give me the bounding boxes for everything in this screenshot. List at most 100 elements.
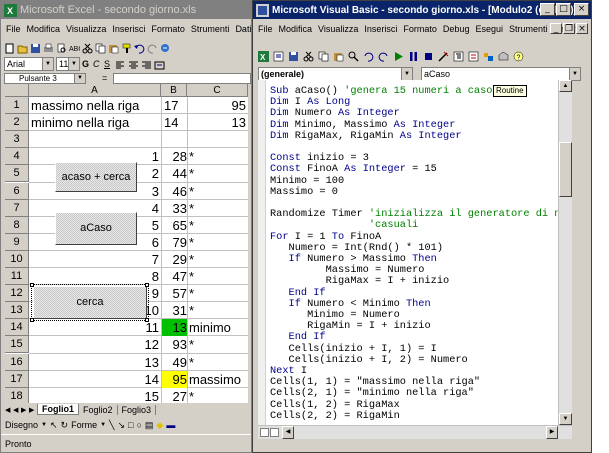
cell-a[interactable]: 14	[29, 371, 159, 388]
scroll-left-icon[interactable]: ◀	[282, 426, 294, 439]
row-header[interactable]: 12	[5, 285, 29, 303]
reset-icon[interactable]	[423, 49, 434, 60]
formula-input[interactable]	[113, 72, 251, 84]
row-header[interactable]: 1	[5, 97, 29, 114]
cell-a[interactable]: 11	[29, 319, 160, 336]
properties-icon[interactable]	[468, 49, 479, 62]
undo-icon[interactable]	[134, 41, 145, 54]
cell-b[interactable]: 44	[162, 165, 187, 182]
select-objects-icon[interactable]: ↖	[50, 420, 58, 431]
merge-center-icon[interactable]	[154, 58, 165, 70]
doc-close-icon[interactable]: ×	[576, 23, 588, 34]
cell-b[interactable]: 31	[162, 302, 187, 319]
tab-scroll-next-icon[interactable]: ▶	[21, 406, 29, 414]
cell-a[interactable]: minimo nella riga	[31, 114, 129, 131]
cell-c[interactable]: minimo	[189, 319, 231, 336]
find-icon[interactable]	[348, 49, 359, 62]
tab-scroll-last-icon[interactable]: ▶	[29, 406, 37, 414]
selection-handle-tl[interactable]	[30, 283, 34, 287]
row-header[interactable]: 6	[5, 182, 29, 200]
chevron-down-icon[interactable]: ▼	[41, 422, 47, 428]
cell-c[interactable]: *	[189, 234, 194, 251]
paste-icon[interactable]	[108, 41, 119, 54]
sheet-tab-foglio1[interactable]: Foglio1	[37, 404, 79, 415]
cell-c[interactable]: 13	[189, 114, 246, 131]
excel-menu-dati[interactable]: Dati	[235, 24, 251, 34]
select-all-corner[interactable]	[5, 84, 29, 97]
row-header[interactable]: 2	[5, 114, 29, 132]
excel-menu-strumenti[interactable]: Strumenti	[191, 24, 230, 34]
cell-b[interactable]: 17	[162, 97, 187, 114]
autoshapes-menu[interactable]: Forme	[71, 420, 97, 430]
insert-module-icon[interactable]	[273, 49, 284, 62]
close-icon[interactable]: ×	[574, 3, 589, 16]
line-color-icon[interactable]: ▬	[166, 420, 175, 430]
draw-menu[interactable]: Disegno	[5, 420, 38, 430]
save-icon[interactable]	[288, 49, 299, 61]
cell-b[interactable]: 57	[162, 285, 187, 302]
cell-b[interactable]: 28	[162, 148, 187, 165]
open-folder-icon[interactable]	[17, 41, 28, 54]
code-editor[interactable]: Sub aCaso() 'genera 15 numeri a caso Dim …	[258, 80, 572, 425]
scroll-right-icon[interactable]: ▶	[546, 426, 558, 439]
chevron-down-icon[interactable]: ▼	[100, 422, 106, 428]
design-mode-icon[interactable]	[438, 49, 449, 62]
break-icon[interactable]	[408, 49, 419, 61]
excel-menu-inserisci[interactable]: Inserisci	[112, 24, 145, 34]
cell-c[interactable]: 95	[189, 97, 246, 114]
rectangle-icon[interactable]: □	[128, 420, 133, 430]
font-name-combo[interactable]: Arial ▼	[4, 56, 54, 71]
view-excel-icon[interactable]: X	[258, 49, 269, 62]
cell-b[interactable]: 29	[162, 251, 187, 268]
procedure-combo[interactable]: aCaso ▼	[421, 67, 581, 81]
row-header[interactable]: 9	[5, 233, 29, 251]
vb-titlebar[interactable]: Microsoft Visual Basic - secondo giorno.…	[253, 1, 591, 19]
cell-c[interactable]: *	[189, 336, 194, 353]
line-icon[interactable]: ╲	[109, 420, 114, 431]
cell-b[interactable]: 13	[162, 319, 187, 337]
chevron-down-icon[interactable]: ▼	[569, 68, 580, 80]
tab-scroll-prev-icon[interactable]: ◀	[13, 406, 21, 414]
minimize-icon[interactable]: _	[540, 3, 555, 16]
chevron-down-icon[interactable]: ▼	[68, 57, 79, 70]
sheet-tab-foglio2[interactable]: Foglio2	[79, 404, 118, 415]
cell-c[interactable]: massimo	[189, 371, 241, 388]
doc-minimize-icon[interactable]: _	[550, 23, 562, 34]
chevron-down-icon[interactable]: ▼	[74, 73, 85, 83]
excel-menu-formato[interactable]: Formato	[151, 24, 185, 34]
print-icon[interactable]	[43, 41, 54, 52]
procedure-view-icon[interactable]	[260, 428, 269, 437]
vb-menu-formato[interactable]: Formato	[403, 24, 437, 34]
cut-icon[interactable]	[82, 41, 93, 54]
column-header-c[interactable]: C	[187, 84, 248, 97]
cell-b[interactable]: 79	[162, 234, 187, 251]
code-vertical-scrollbar[interactable]: ▲ ▼	[558, 80, 572, 425]
scroll-up-icon[interactable]: ▲	[559, 80, 572, 92]
cell-a[interactable]	[29, 131, 159, 148]
cell-a[interactable]: massimo nella riga	[31, 97, 139, 114]
row-header[interactable]: 11	[5, 268, 29, 285]
module-view-icon[interactable]	[270, 428, 279, 437]
undo-icon[interactable]	[363, 49, 374, 62]
cell-b[interactable]: 95	[162, 370, 187, 388]
cell-c[interactable]: *	[189, 148, 194, 165]
row-header[interactable]: 13	[5, 302, 29, 320]
object-combo[interactable]: (generale) ▼	[258, 67, 413, 81]
cell-a[interactable]: 7	[29, 251, 159, 268]
cell-b[interactable]: 49	[162, 354, 187, 371]
textbox-icon[interactable]: ▤	[145, 420, 154, 431]
chevron-down-icon[interactable]: ▼	[42, 57, 53, 70]
cell-b[interactable]	[162, 131, 187, 148]
selection-handle-bl[interactable]	[30, 318, 34, 322]
cell-c[interactable]: *	[189, 200, 194, 217]
vb-menu-visualizza[interactable]: Visualizza	[318, 24, 358, 34]
column-header-b[interactable]: B	[161, 84, 187, 97]
excel-menu-visualizza[interactable]: Visualizza	[66, 24, 106, 34]
cell-c[interactable]: *	[189, 268, 194, 285]
help-icon[interactable]: ?	[513, 49, 524, 62]
redo-icon[interactable]	[378, 49, 389, 62]
row-header[interactable]: 7	[5, 199, 29, 217]
cell-a[interactable]: 8	[29, 268, 159, 285]
excel-titlebar[interactable]: X Microsoft Excel - secondo giorno.xls	[1, 1, 251, 19]
hyperlink-icon[interactable]	[160, 41, 171, 52]
